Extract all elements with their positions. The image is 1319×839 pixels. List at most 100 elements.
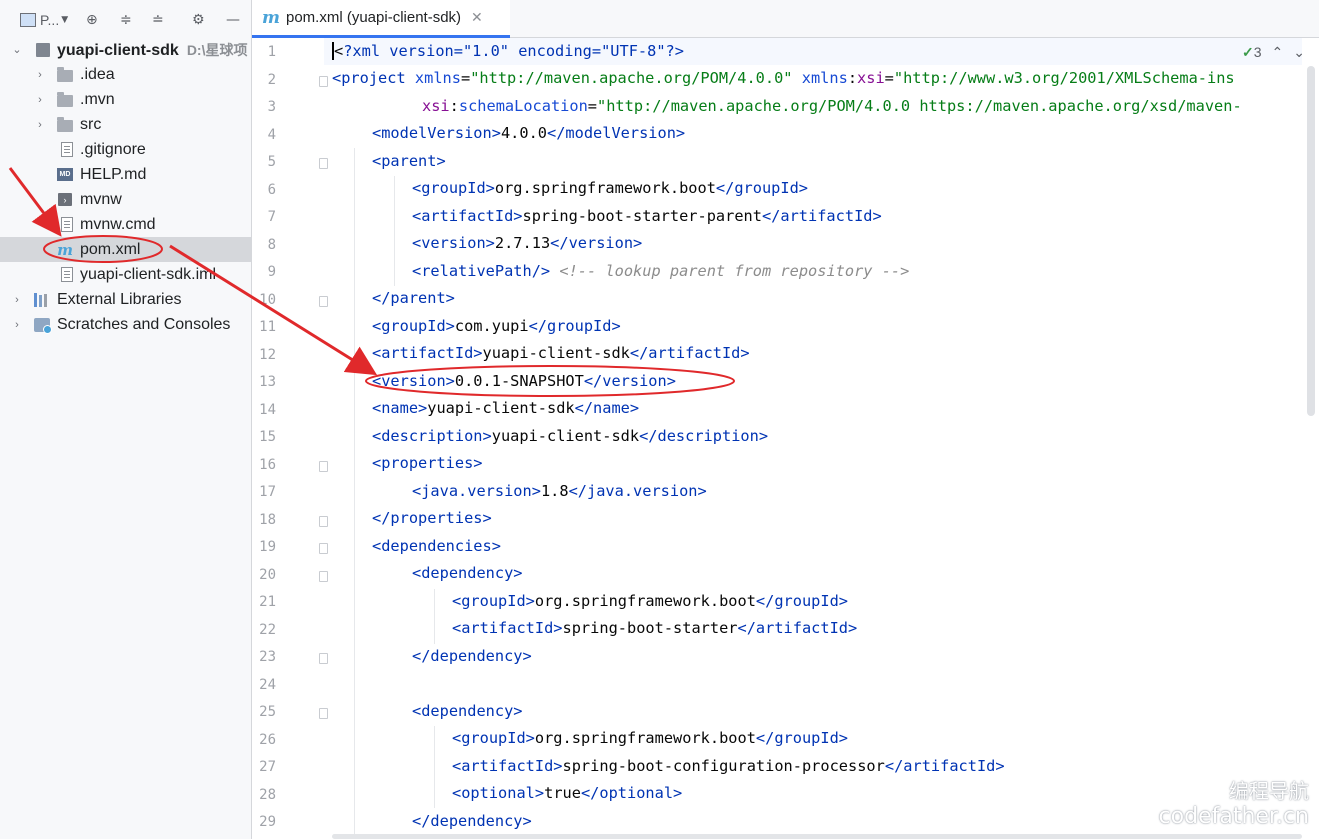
module-file-icon: [59, 267, 75, 283]
line-number: 5: [267, 154, 276, 170]
close-icon[interactable]: ✕: [471, 9, 483, 26]
code-line-6: <groupId>org.springframework.boot</group…: [412, 179, 809, 197]
markdown-icon: MD: [57, 167, 73, 183]
indent-guide: [434, 589, 435, 644]
tree-item-label: yuapi-client-sdk.iml: [80, 265, 217, 283]
code-line-14: <name>yuapi-client-sdk</name>: [372, 399, 640, 417]
code-line-27: <artifactId>spring-boot-configuration-pr…: [452, 757, 1005, 775]
code-line-17: <java.version>1.8</java.version>: [412, 482, 707, 500]
tree-item-label: .mvn: [80, 90, 115, 108]
chevron-right-icon[interactable]: ›: [11, 294, 23, 306]
tree-item-scratches[interactable]: › Scratches and Consoles: [0, 312, 252, 337]
line-number: 27: [259, 759, 276, 775]
description-value: yuapi-client-sdk: [491, 427, 640, 445]
tree-item-gitignore[interactable]: .gitignore: [0, 137, 252, 162]
chevron-down-icon[interactable]: ⌄: [11, 43, 23, 56]
project-view-selector[interactable]: P... ▼: [20, 10, 68, 30]
chevron-right-icon[interactable]: ›: [34, 69, 46, 81]
vertical-scrollbar[interactable]: [1307, 66, 1315, 416]
line-number: 1: [267, 44, 276, 60]
expand-all-icon[interactable]: ≑: [120, 10, 132, 30]
text-file-icon: [59, 217, 75, 233]
dep2-group-id: org.springframework.boot: [534, 729, 756, 747]
code-line-26: <groupId>org.springframework.boot</group…: [452, 729, 849, 747]
tree-item-src[interactable]: › src: [0, 112, 252, 137]
relative-path-comment: <!-- lookup parent from repository -->: [559, 262, 910, 280]
project-panel: P... ▼ ⊕ ≑ ≐ ⚙ — ⌄ yuapi-client-sdk D:\星球…: [0, 0, 252, 839]
code-line-7: <artifactId>spring-boot-starter-parent</…: [412, 207, 882, 225]
locate-icon[interactable]: ⊕: [86, 10, 98, 30]
line-number: 19: [259, 539, 276, 555]
tree-root[interactable]: ⌄ yuapi-client-sdk D:\星球项: [0, 37, 252, 62]
code-line-4: <modelVersion>4.0.0</modelVersion>: [372, 124, 686, 142]
xml-declaration: ?xml version="1.0" encoding="UTF-8"?>: [343, 42, 684, 60]
line-number: 25: [259, 704, 276, 720]
line-number: 6: [267, 181, 276, 198]
name-value: yuapi-client-sdk: [427, 399, 575, 417]
tab-title: pom.xml (yuapi-client-sdk): [286, 9, 462, 26]
code-line-25: <dependency>: [412, 702, 523, 720]
code-line-28: <optional>true</optional>: [452, 784, 683, 802]
horizontal-scrollbar[interactable]: [332, 834, 1302, 839]
code-line-19: <dependencies>: [372, 537, 501, 555]
indent-guide: [434, 726, 435, 808]
tree-item-label: pom.xml: [80, 240, 141, 258]
code-line-20: <dependency>: [412, 564, 523, 582]
chevron-right-icon[interactable]: ›: [34, 94, 46, 106]
minimize-icon[interactable]: —: [226, 10, 240, 30]
chevron-up-icon[interactable]: ⌃: [1272, 44, 1284, 61]
parent-artifact-id: spring-boot-starter-parent: [522, 207, 762, 225]
project-tag: project: [341, 69, 406, 87]
indent-guide: [354, 148, 355, 839]
editor-tab-bar: m pom.xml (yuapi-client-sdk) ✕: [252, 0, 1319, 38]
ignore-file-icon: [59, 142, 75, 158]
tree-item-pom-xml[interactable]: m pom.xml: [0, 237, 252, 262]
inspection-count: 3: [1253, 44, 1262, 60]
inspection-status: ✓3: [1242, 44, 1262, 61]
line-number: 29: [259, 814, 276, 830]
chevron-right-icon[interactable]: ›: [34, 119, 46, 131]
collapse-all-icon[interactable]: ≐: [152, 10, 164, 30]
tree-item-mvnw-cmd[interactable]: mvnw.cmd: [0, 212, 252, 237]
tree-item-external-libraries[interactable]: › External Libraries: [0, 287, 252, 312]
code-line-15: <description>yuapi-client-sdk</descripti…: [372, 427, 769, 445]
tree-item-help-md[interactable]: MD HELP.md: [0, 162, 252, 187]
tree-item-iml[interactable]: yuapi-client-sdk.iml: [0, 262, 252, 287]
line-number: 11: [259, 319, 276, 335]
code-line-2: <project xmlns="http://maven.apache.org/…: [332, 69, 1235, 87]
tree-item-mvn[interactable]: › .mvn: [0, 87, 252, 112]
inspection-widget[interactable]: ✓3 ⌃ ⌄: [1242, 44, 1305, 61]
tree-item-label: Scratches and Consoles: [57, 315, 231, 333]
chevron-down-icon[interactable]: ⌄: [1293, 44, 1305, 61]
line-number: 7: [267, 209, 276, 225]
line-number: 16: [259, 456, 276, 473]
watermark-line2: codefather.cn: [1158, 804, 1309, 829]
tree-item-mvnw[interactable]: › mvnw: [0, 187, 252, 212]
editor-tab-pom[interactable]: m pom.xml (yuapi-client-sdk) ✕: [252, 0, 510, 38]
line-number: 22: [259, 621, 276, 638]
tree-item-label: .gitignore: [80, 140, 146, 158]
group-id-value: com.yupi: [454, 317, 529, 335]
code-area[interactable]: <?xml version="1.0" encoding="UTF-8"?> <…: [324, 38, 1309, 839]
line-gutter: 1 2 3 4 5 6 7 8 9 10 11 12 13 14 15 16 17 18 19 20 21 22 23 24 2…: [252, 38, 328, 839]
library-icon: [34, 292, 50, 308]
code-line-16: <properties>: [372, 454, 483, 472]
maven-icon: m: [262, 7, 280, 28]
gear-icon[interactable]: ⚙: [192, 10, 205, 30]
line-number: 26: [259, 731, 276, 748]
dep1-group-id: org.springframework.boot: [534, 592, 756, 610]
chevron-right-icon[interactable]: ›: [11, 319, 23, 331]
version-value: 0.0.1-SNAPSHOT: [454, 372, 584, 390]
line-number: 12: [259, 346, 276, 363]
root-path: D:\星球项: [186, 41, 248, 58]
code-line-9: <relativePath/> <!-- lookup parent from …: [412, 262, 910, 280]
parent-version: 2.7.13: [494, 234, 551, 252]
java-version-value: 1.8: [540, 482, 569, 500]
line-number: 8: [267, 236, 276, 253]
maven-icon: m: [57, 240, 73, 259]
code-line-10: </parent>: [372, 289, 455, 307]
root-name: yuapi-client-sdk: [57, 41, 179, 59]
tree-item-label: External Libraries: [57, 290, 182, 308]
editor: m pom.xml (yuapi-client-sdk) ✕ 123456789…: [252, 0, 1319, 839]
tree-item-idea[interactable]: › .idea: [0, 62, 252, 87]
